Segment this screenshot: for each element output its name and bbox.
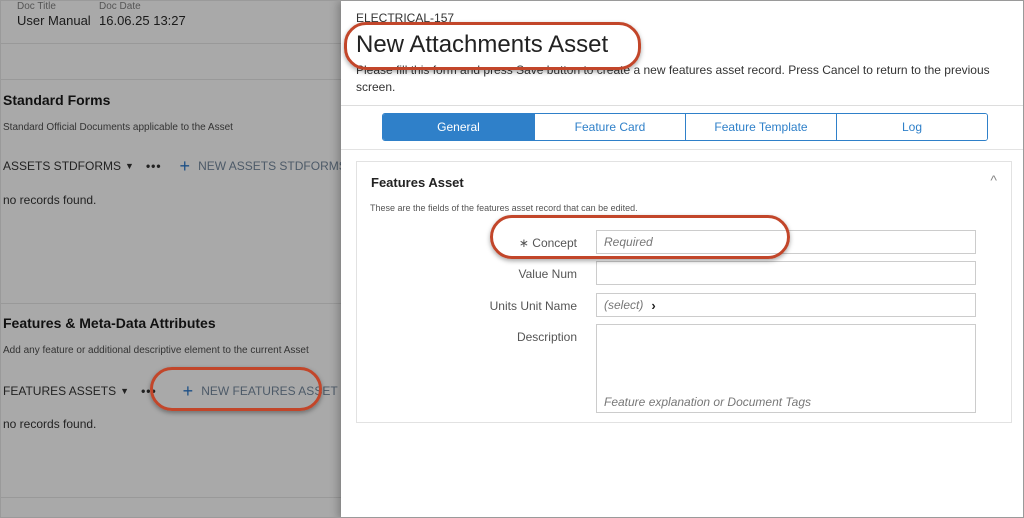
tab-bar: General Feature Card Feature Template Lo… xyxy=(382,113,988,141)
divider xyxy=(1,303,341,304)
tab-feature-template[interactable]: Feature Template xyxy=(685,114,836,140)
units-select-value: (select) xyxy=(604,298,644,312)
plus-icon[interactable]: + xyxy=(180,157,191,175)
panel-instructions: Please fill this form and press Save but… xyxy=(356,63,990,94)
more-icon[interactable]: ••• xyxy=(141,384,157,398)
features-assets-dropdown[interactable]: FEATURES ASSETS xyxy=(3,384,116,398)
tab-log[interactable]: Log xyxy=(836,114,987,140)
new-features-asset-button[interactable]: NEW FEATURES ASSET xyxy=(201,384,337,398)
standard-forms-description: Standard Official Documents applicable t… xyxy=(3,122,233,133)
card-title: Features Asset xyxy=(371,175,464,190)
background-page: Doc Title User Manual Doc Date 16.06.25 … xyxy=(1,1,341,517)
more-icon[interactable]: ••• xyxy=(146,159,162,173)
description-placeholder: Feature explanation or Document Tags xyxy=(604,395,812,409)
features-toolbar: FEATURES ASSETS ▼ ••• + NEW FEATURES ASS… xyxy=(3,382,341,400)
tab-general[interactable]: General xyxy=(383,114,534,140)
concept-label: ∗ Concept xyxy=(518,236,577,250)
features-empty: no records found. xyxy=(3,417,97,431)
concept-placeholder: Required xyxy=(604,235,653,249)
assets-stdforms-dropdown[interactable]: ASSETS STDFORMS xyxy=(3,159,121,173)
description-textarea[interactable]: Feature explanation or Document Tags xyxy=(596,324,976,413)
divider xyxy=(1,79,341,80)
divider xyxy=(1,43,341,44)
doc-date-value: 16.06.25 13:27 xyxy=(99,13,186,28)
new-asset-panel: ELECTRICAL-157 New Attachments Asset Ple… xyxy=(341,1,1023,517)
caret-down-icon[interactable]: ▼ xyxy=(125,161,134,171)
features-title: Features & Meta-Data Attributes xyxy=(3,315,216,331)
concept-field[interactable]: Required xyxy=(596,230,976,254)
doc-title-value: User Manual xyxy=(17,13,91,28)
screen: Doc Title User Manual Doc Date 16.06.25 … xyxy=(0,0,1024,518)
standard-forms-title: Standard Forms xyxy=(3,92,111,108)
panel-title: New Attachments Asset xyxy=(356,31,609,58)
caret-down-icon[interactable]: ▼ xyxy=(120,386,129,396)
card-description: These are the fields of the features ass… xyxy=(370,203,638,213)
doc-date-label: Doc Date xyxy=(99,1,141,12)
standard-forms-empty: no records found. xyxy=(3,193,97,207)
units-unit-name-label: Units Unit Name xyxy=(489,299,577,313)
standard-forms-toolbar: ASSETS STDFORMS ▼ ••• + NEW ASSETS STDFO… xyxy=(3,157,341,175)
units-unit-name-select[interactable]: (select) › xyxy=(596,293,976,317)
divider xyxy=(1,497,341,498)
plus-icon[interactable]: + xyxy=(183,382,194,400)
chevron-right-icon[interactable]: › xyxy=(651,298,655,313)
new-assets-stdforms-button[interactable]: NEW ASSETS STDFORMS xyxy=(198,159,341,173)
features-asset-card: Features Asset ^ These are the fields of… xyxy=(356,161,1012,423)
divider xyxy=(341,149,1023,150)
doc-title-label: Doc Title xyxy=(17,1,56,12)
description-label: Description xyxy=(516,330,577,344)
value-num-label: Value Num xyxy=(518,267,577,281)
record-code: ELECTRICAL-157 xyxy=(356,11,455,25)
collapse-icon[interactable]: ^ xyxy=(990,172,997,188)
divider xyxy=(341,105,1023,106)
features-description: Add any feature or additional descriptiv… xyxy=(3,345,309,356)
value-num-field[interactable] xyxy=(596,261,976,285)
tab-feature-card[interactable]: Feature Card xyxy=(534,114,685,140)
